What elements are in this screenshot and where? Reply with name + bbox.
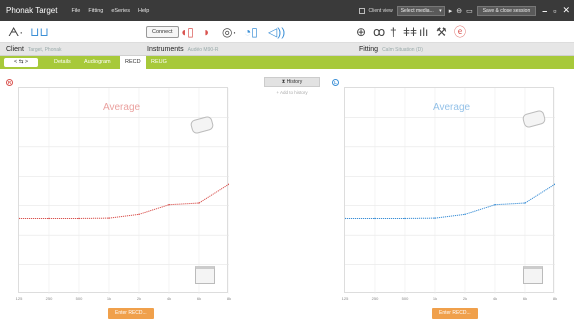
tab-details[interactable]: Details: [49, 56, 76, 69]
select-media-label: Select media...: [400, 7, 434, 14]
x-tick-label: 125: [341, 296, 349, 301]
globe-icon[interactable]: ⊕: [356, 24, 366, 40]
x-tick-label: 8k: [552, 296, 558, 301]
save-close-button[interactable]: Save & close session: [476, 5, 537, 16]
x-tick-label: 500: [75, 296, 83, 301]
data-point: [434, 217, 436, 219]
wrench-icon[interactable]: ⚒: [436, 24, 447, 40]
history-label: History: [286, 79, 303, 85]
tab-recd[interactable]: RECD: [120, 56, 146, 69]
chevron-down-icon: ▾: [439, 7, 442, 14]
sample-cup-icon: [195, 266, 215, 284]
tab-bar: < ⇆ > Details Audiogram RECD REUG: [0, 56, 574, 69]
data-point: [464, 213, 466, 216]
menu-eseries[interactable]: eSeries: [111, 8, 130, 14]
add-to-history-link[interactable]: + Add to history: [264, 90, 320, 95]
x-tick-label: 1k: [106, 296, 112, 301]
title-bar: Phonak Target File Fitting eSeries Help …: [0, 0, 574, 21]
client-header[interactable]: Client Target, Phonak: [6, 43, 62, 56]
hearing-aid-left-icon[interactable]: ◗: [203, 24, 210, 40]
recd-panel-left-ear: L Average 125 250 500 1k 2k 4k 6k 8k Enter RECD…: [332, 79, 568, 319]
restore-icon[interactable]: ▫: [553, 6, 556, 16]
average-label-right: Average: [103, 102, 141, 113]
history-button[interactable]: ⧗ History: [264, 77, 320, 87]
tab-audiogram[interactable]: Audiogram: [79, 56, 116, 69]
instruments-header[interactable]: Instruments Audéo M90-R: [147, 43, 218, 56]
left-ear-marker: L: [332, 79, 339, 86]
x-tick-label: 4k: [492, 296, 498, 301]
average-label-left: Average: [433, 102, 471, 113]
app-name: Phonak Target: [6, 6, 58, 15]
close-icon[interactable]: ✕: [562, 5, 570, 16]
main-content: R Average 125 250 500 1k 2k 4k 6k 8k Enter RECD…: [0, 69, 574, 336]
recd-chart-left: Average 125 250 500 1k 2k 4k 6k 8k: [342, 87, 557, 301]
data-point: [494, 204, 496, 206]
client-view-checkbox[interactable]: [358, 7, 365, 14]
data-point: [524, 202, 526, 204]
nav-arrows[interactable]: < ⇆ >: [4, 58, 38, 67]
data-point: [168, 204, 170, 206]
instruments-name: Audéo M90-R: [187, 46, 219, 53]
client-name: Target, Phonak: [27, 46, 62, 53]
client-view-label: Client view: [368, 7, 393, 14]
data-point: [48, 217, 50, 220]
toolbar: ᗅ· ⊔⊔ Connect ◖▯ ◗ ◎· ◔▯ ◁)) ⊕ ꝏ † ǂǂ ıl…: [0, 21, 574, 43]
data-point: [404, 217, 406, 220]
device-icon[interactable]: ◎·: [222, 24, 236, 40]
data-point: [198, 202, 200, 204]
play-icon[interactable]: ▸: [449, 7, 453, 15]
ear-icon[interactable]: ◔▯: [244, 24, 258, 40]
x-tick-label: 250: [371, 296, 379, 301]
client-title: Client: [6, 46, 24, 53]
menu-help[interactable]: Help: [138, 8, 149, 14]
select-media-dropdown[interactable]: Select media... ▾: [396, 5, 445, 16]
x-tick-label: 125: [15, 296, 23, 301]
data-point: [108, 217, 110, 219]
tune-icon[interactable]: †: [390, 24, 397, 40]
x-tick-label: 500: [401, 296, 409, 301]
average-recd-curve: [19, 183, 229, 219]
history-controls: ⧗ History + Add to history: [264, 77, 320, 95]
fitting-name: Calm Situation (D): [382, 46, 423, 53]
minimize-icon[interactable]: –: [542, 6, 547, 16]
client-icon[interactable]: ᗅ·: [8, 24, 23, 40]
sample-cup-icon: [523, 266, 543, 284]
instruments-title: Instruments: [147, 46, 184, 53]
bars-icon[interactable]: ılı: [419, 24, 428, 40]
x-tick-label: 2k: [462, 296, 468, 301]
average-recd-curve: [345, 183, 555, 219]
app-window: Phonak Target File Fitting eSeries Help …: [0, 0, 574, 336]
enter-recd-button-right[interactable]: Enter RECD...: [108, 308, 154, 319]
x-tick-label: 2k: [136, 296, 142, 301]
recd-panel-right-ear: R Average 125 250 500 1k 2k 4k 6k 8k Enter RECD…: [6, 79, 242, 319]
ear-lr-icon[interactable]: ⓔ: [454, 24, 466, 40]
x-tick-label: 8k: [226, 296, 232, 301]
feedback-icon[interactable]: ꝏ: [373, 24, 385, 40]
data-point: [374, 217, 376, 220]
right-ear-marker: R: [6, 79, 13, 86]
x-tick-label: 1k: [432, 296, 438, 301]
x-tick-label: 6k: [522, 296, 528, 301]
save-icon[interactable]: ▭: [466, 7, 473, 15]
fitting-title: Fitting: [359, 46, 379, 53]
help-icon[interactable]: ⊖: [456, 7, 462, 15]
menu-file[interactable]: File: [71, 8, 80, 14]
x-tick-label: 4k: [166, 296, 172, 301]
connect-button[interactable]: Connect: [146, 26, 179, 38]
recd-chart-right: Average 125 250 500 1k 2k 4k 6k 8k: [16, 87, 231, 301]
title-bar-right: Client view Select media... ▾ ▸ ⊖ ▭ Save…: [358, 0, 570, 21]
menu-fitting[interactable]: Fitting: [88, 8, 103, 14]
audiogram-icon[interactable]: ⊔⊔: [30, 24, 49, 40]
hearing-aid-right-icon[interactable]: ◖▯: [180, 24, 194, 40]
tab-reug[interactable]: REUG: [146, 56, 172, 69]
x-tick-label: 6k: [196, 296, 202, 301]
sound-icon[interactable]: ◁)): [268, 24, 285, 40]
enter-recd-button-left[interactable]: Enter RECD...: [432, 308, 478, 319]
data-point: [78, 217, 80, 220]
data-point: [138, 213, 140, 216]
sliders-icon[interactable]: ǂǂ: [403, 24, 417, 40]
x-tick-label: 250: [45, 296, 53, 301]
fitting-header[interactable]: Fitting Calm Situation (D): [359, 43, 423, 56]
header-row: Client Target, Phonak Instruments Audéo …: [0, 43, 574, 56]
